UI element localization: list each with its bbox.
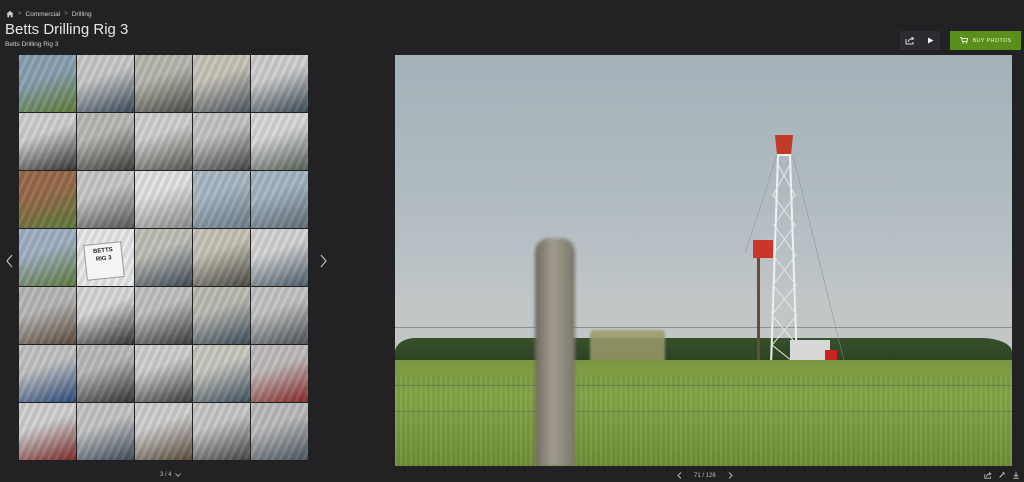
thumbnail-page-indicator[interactable]: 3 / 4 [160,472,181,478]
thumbnail[interactable] [77,403,134,460]
thumbnail[interactable] [193,171,250,228]
thumbnail[interactable] [135,113,192,170]
share-icon[interactable] [984,471,992,479]
gallery-subtitle: Betts Drilling Rig 3 [5,41,59,48]
drilling-rig-illustration [745,135,846,368]
thumbnail[interactable] [19,229,76,286]
viewer-toolbar: BUY PHOTOS [900,31,1021,50]
page-indicator-text: 3 / 4 [160,472,172,478]
share-button[interactable] [900,31,920,50]
home-icon[interactable] [6,10,14,18]
thumbnail[interactable] [135,171,192,228]
breadcrumb-separator-icon: > [18,11,22,17]
thumbnail[interactable] [193,113,250,170]
thumbnail[interactable] [77,113,134,170]
thumbnail[interactable] [251,229,308,286]
photo-counter: 71 / 126 [694,472,716,479]
thumbnail[interactable] [77,345,134,402]
breadcrumb-separator-icon: > [64,11,68,17]
gallery-title: Betts Drilling Rig 3 [5,21,129,38]
photo-grass-texture [395,375,1012,466]
share-icon [905,36,915,45]
breadcrumb: > Commercial > Drilling [6,9,92,19]
thumbnail[interactable] [77,55,134,112]
thumbnail[interactable] [193,287,250,344]
thumbnail[interactable] [77,171,134,228]
buy-photos-label: BUY PHOTOS [972,37,1012,44]
fence-wire [395,385,1012,386]
thumbnail[interactable] [19,171,76,228]
thumbnail-grid: BETTS RIG 3 [19,55,311,465]
thumbnail[interactable] [251,55,308,112]
gallery-page: > Commercial > Drilling Betts Drilling R… [0,0,1024,482]
chevron-down-icon [174,473,181,477]
fence-wire [395,411,1012,412]
thumbnail[interactable] [135,345,192,402]
thumbnail[interactable] [251,171,308,228]
buy-photos-button[interactable]: BUY PHOTOS [950,31,1021,50]
chevron-right-icon [320,254,327,268]
rig-sign: BETTS RIG 3 [83,241,125,281]
thumbnail[interactable] [135,403,192,460]
thumbnail[interactable] [19,113,76,170]
thumbnail[interactable] [77,287,134,344]
cart-icon [959,37,968,44]
thumbnail[interactable] [19,345,76,402]
thumbnail[interactable] [193,229,250,286]
breadcrumb-item-commercial[interactable]: Commercial [26,11,61,18]
previous-photo-icon[interactable] [677,472,682,479]
main-photo[interactable] [395,55,1012,466]
slideshow-button[interactable] [920,31,940,50]
photo-navigation: 71 / 126 [677,472,733,479]
photo-actions [984,471,1020,479]
thumbnail[interactable] [193,345,250,402]
thumbnail[interactable]: BETTS RIG 3 [77,229,134,286]
breadcrumb-item-drilling[interactable]: Drilling [72,11,92,18]
thumbnail[interactable] [251,287,308,344]
chevron-left-icon [5,254,12,268]
thumbnail[interactable] [193,55,250,112]
play-icon [927,37,933,44]
thumbnail[interactable] [19,55,76,112]
thumbnail[interactable] [251,345,308,402]
thumbnail[interactable] [19,287,76,344]
thumbnail[interactable] [19,403,76,460]
thumbnail[interactable] [193,403,250,460]
thumbnails-next-button[interactable] [318,253,328,269]
photo-fence-post [535,238,575,466]
thumbnail[interactable] [135,55,192,112]
next-photo-icon[interactable] [728,472,733,479]
thumbnail[interactable] [251,113,308,170]
thumbnail[interactable] [251,403,308,460]
fence-wire [395,327,1012,328]
tools-icon[interactable] [998,471,1006,479]
thumbnail[interactable] [135,287,192,344]
thumbnails-prev-button[interactable] [4,253,14,269]
download-icon[interactable] [1012,471,1020,479]
thumbnail[interactable] [135,229,192,286]
